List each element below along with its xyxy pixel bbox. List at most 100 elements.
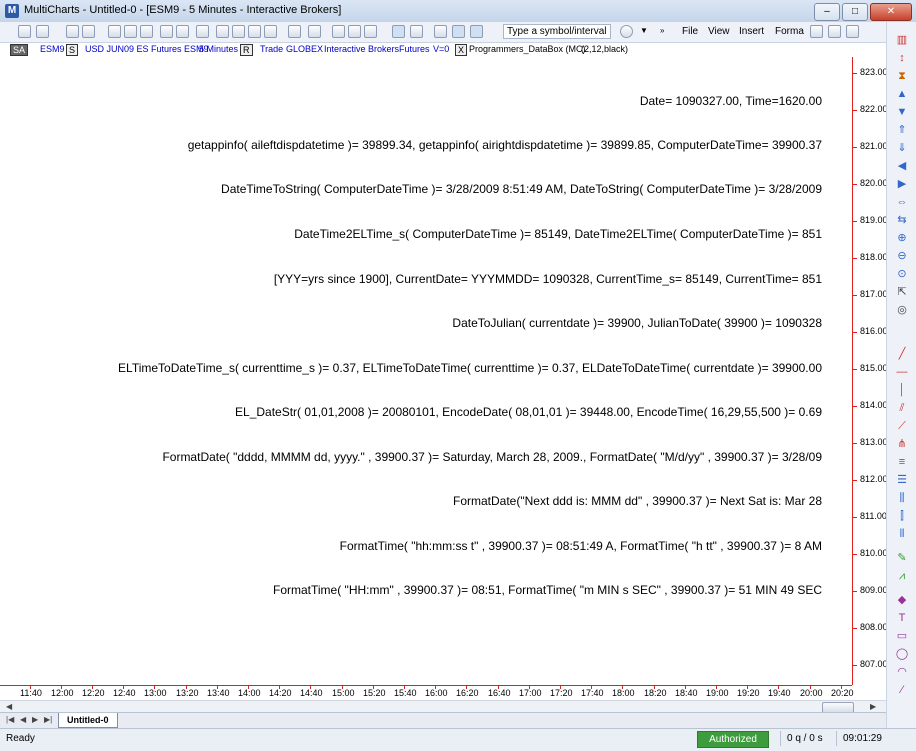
main-toolbar: Type a symbol/interval ▼ » File View Ins… <box>0 22 916 43</box>
time-axis[interactable]: 11:40 12:00 12:20 12:40 13:00 13:20 13:4… <box>0 685 854 700</box>
pencil-icon[interactable]: ✎ <box>895 552 909 564</box>
time-label: 12:00 <box>51 688 74 698</box>
open-icon[interactable] <box>36 25 49 38</box>
insert-study-icon[interactable] <box>308 25 321 38</box>
fibonacci-retracement-icon[interactable]: ≡ <box>895 456 909 468</box>
speed-lines-icon[interactable]: ⫿ <box>895 510 909 522</box>
magnet-icon[interactable]: ◎ <box>895 304 909 316</box>
last-sheet-icon[interactable]: ▶| <box>44 715 52 724</box>
rectangle-icon[interactable]: ▭ <box>895 630 909 642</box>
zoom-reset-icon[interactable]: ⊙ <box>895 268 909 280</box>
cursor-icon[interactable]: ⇱ <box>895 286 909 298</box>
sa-badge[interactable]: SA <box>10 44 29 56</box>
title-bar: M MultiCharts - Untitled-0 - [ESM9 - 5 M… <box>0 0 916 23</box>
interval-label: 5 Minutes <box>199 44 239 54</box>
scroll-down-icon[interactable]: ▼ <box>895 106 909 118</box>
dropdown-tools-icon[interactable] <box>264 25 277 38</box>
sheet-tab-untitled-0[interactable]: Untitled-0 <box>58 713 118 728</box>
checkmark-icon[interactable] <box>364 25 377 38</box>
close-button[interactable]: ✕ <box>870 3 912 21</box>
gann-fan-icon[interactable]: ⟋ <box>895 420 909 432</box>
scroll-up-icon[interactable]: ▲ <box>895 88 909 100</box>
save-icon[interactable] <box>66 25 79 38</box>
globe-icon[interactable] <box>620 25 633 38</box>
hourglass-icon[interactable]: ⧗ <box>895 70 909 82</box>
menu-insert[interactable]: Insert <box>739 26 764 37</box>
window-title: MultiCharts - Untitled-0 - [ESM9 - 5 Min… <box>24 4 342 16</box>
minimize-button[interactable]: – <box>814 3 840 21</box>
trendline-icon[interactable]: ╱ <box>895 348 909 360</box>
chart-properties-icon[interactable]: ▥ <box>895 34 909 46</box>
chevron-down-icon[interactable]: ▼ <box>640 26 648 35</box>
maximize-button[interactable]: □ <box>842 3 868 21</box>
menu-view[interactable]: View <box>708 26 730 37</box>
quote-window-icon[interactable] <box>124 25 137 38</box>
scroll-right-arrow-icon[interactable]: ▶ <box>870 702 876 711</box>
prev-sheet-icon[interactable]: ◀ <box>20 715 26 724</box>
child-restore-icon[interactable] <box>810 25 823 38</box>
trade-bar-icon[interactable] <box>232 25 245 38</box>
scroll-right-icon[interactable]: ▶ <box>895 178 909 190</box>
price-tick <box>853 110 857 111</box>
chart-window-icon[interactable] <box>108 25 121 38</box>
chart-scroll-icon[interactable] <box>470 25 483 38</box>
child-close-icon[interactable] <box>846 25 859 38</box>
child-maximize-icon[interactable] <box>828 25 841 38</box>
scanner-window-icon[interactable] <box>140 25 153 38</box>
chart-shift-icon[interactable] <box>452 25 465 38</box>
menu-format[interactable]: Forma <box>775 26 804 37</box>
order-window-icon[interactable] <box>176 25 189 38</box>
horizontal-line-icon[interactable]: — <box>895 366 909 378</box>
arrow-marker-icon[interactable]: ◆ <box>895 594 909 606</box>
price-tick <box>853 591 857 592</box>
cycle-lines-icon[interactable]: ⦀ <box>895 528 909 540</box>
fibonacci-extension-icon[interactable]: ☰ <box>895 474 909 486</box>
status-text: Ready <box>6 733 35 744</box>
vertical-line-icon[interactable]: │ <box>895 384 909 396</box>
strategy-icon[interactable] <box>248 25 261 38</box>
regression-icon[interactable]: ⩘ <box>895 570 909 582</box>
x-badge[interactable]: X <box>455 44 468 56</box>
arc-icon[interactable]: ◠ <box>895 666 909 678</box>
ellipse-icon[interactable]: ◯ <box>895 648 909 660</box>
channel-icon[interactable]: ⫽ <box>895 402 909 414</box>
portfolio-icon[interactable] <box>216 25 229 38</box>
next-sheet-icon[interactable]: ▶ <box>32 715 38 724</box>
price-axis[interactable]: 823.00 822.00 821.00 820.00 819.00 818.0… <box>852 57 888 685</box>
dom-window-icon[interactable] <box>160 25 173 38</box>
text-tool-icon[interactable]: T <box>895 612 909 624</box>
price-label: 821.00 <box>860 141 888 151</box>
indicator-icon[interactable] <box>332 25 345 38</box>
print-icon[interactable] <box>82 25 95 38</box>
line-style-icon[interactable]: ⁄ <box>895 684 909 696</box>
expand-horizontal-icon[interactable]: ⇔ <box>895 196 909 208</box>
crosshair-icon[interactable] <box>410 25 423 38</box>
bar-spacing-icon[interactable]: ↕ <box>895 52 909 64</box>
compress-icon[interactable]: ⇓ <box>895 142 909 154</box>
symbol-interval-input[interactable]: Type a symbol/interval <box>503 24 611 39</box>
s-badge[interactable]: S <box>66 44 79 56</box>
compress-horizontal-icon[interactable]: ⇆ <box>895 214 909 226</box>
r-badge[interactable]: R <box>240 44 253 56</box>
scroll-left-icon[interactable]: ◀ <box>895 160 909 172</box>
zoom-in-icon[interactable]: ⊕ <box>895 232 909 244</box>
price-tick <box>853 517 857 518</box>
workspace-icon[interactable] <box>196 25 209 38</box>
expand-up-icon[interactable]: ⇑ <box>895 124 909 136</box>
signal-icon[interactable] <box>348 25 361 38</box>
new-icon[interactable] <box>18 25 31 38</box>
chart-area[interactable]: Date= 1090327.00, Time=1620.00 getappinf… <box>0 57 852 685</box>
zoom-out-icon[interactable]: ⊖ <box>895 250 909 262</box>
properties-icon[interactable] <box>288 25 301 38</box>
databox-line: FormatTime( "HH:mm" , 39900.37 )= 08:51,… <box>273 583 822 597</box>
first-sheet-icon[interactable]: |◀ <box>6 715 14 724</box>
fibonacci-time-icon[interactable]: ⫼ <box>895 492 909 504</box>
scroll-left-arrow-icon[interactable]: ◀ <box>6 702 12 711</box>
andrews-pitchfork-icon[interactable]: ⋔ <box>895 438 909 450</box>
menu-file[interactable]: File <box>682 26 698 37</box>
time-label: 17:00 <box>519 688 542 698</box>
comment-icon[interactable] <box>434 25 447 38</box>
toolbar-overflow-icon[interactable]: » <box>660 26 664 35</box>
cursor-select-icon[interactable] <box>392 25 405 38</box>
price-label: 811.00 <box>860 511 887 521</box>
